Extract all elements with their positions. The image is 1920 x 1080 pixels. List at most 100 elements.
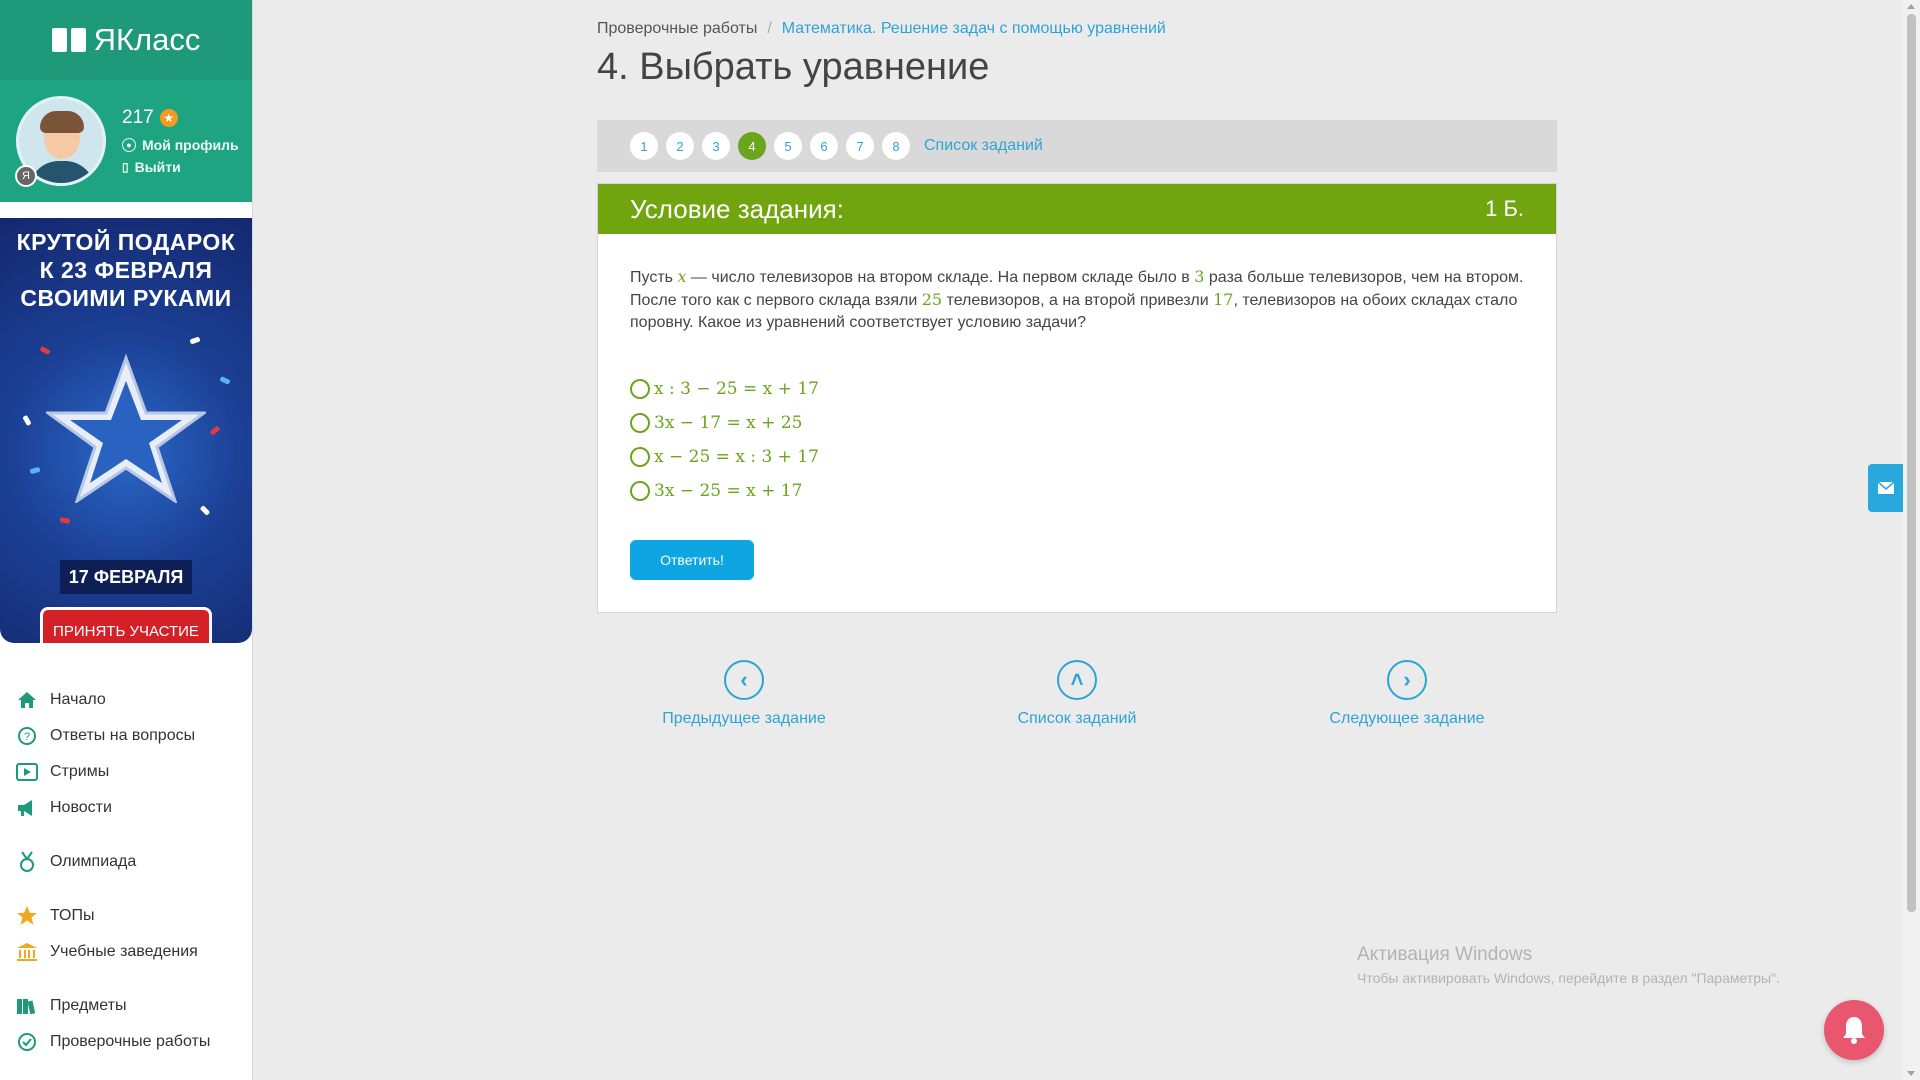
pager-page-2[interactable]: 2 — [666, 132, 694, 160]
sidebar-nav: Начало ? Ответы на вопросы Стримы Новост… — [0, 682, 252, 1060]
feedback-mail-button[interactable] — [1868, 464, 1904, 512]
answer-option-label: x : 3 − 25 = x + 17 — [654, 379, 819, 399]
sidebar-item-tests[interactable]: Проверочные работы — [0, 1024, 252, 1060]
logout-link[interactable]: ▯ Выйти — [122, 159, 239, 175]
banner-date: 17 ФЕВРАЛЯ — [60, 560, 192, 594]
user-icon: ● — [122, 138, 136, 152]
watermark-title: Активация Windows — [1357, 944, 1533, 965]
scroll-down-arrow-icon[interactable] — [1907, 1071, 1915, 1076]
radio-button[interactable] — [630, 413, 650, 433]
radio-button[interactable] — [630, 481, 650, 501]
promo-banner[interactable]: КРУТОЙ ПОДАРОК К 23 ФЕВРАЛЯ СВОИМИ РУКАМ… — [0, 218, 252, 643]
task-text-part: Пусть — [630, 269, 678, 286]
my-profile-link[interactable]: ● Мой профиль — [122, 137, 239, 153]
task-list-link[interactable]: Список заданий — [924, 137, 1043, 155]
banner-title: КРУТОЙ ПОДАРОК К 23 ФЕВРАЛЯ СВОИМИ РУКАМ… — [0, 218, 252, 312]
sidebar-item-label: Предметы — [50, 997, 127, 1014]
chevron-right-icon: › — [1387, 660, 1427, 700]
submit-answer-button[interactable]: Ответить! — [630, 540, 754, 580]
mail-icon — [1877, 481, 1895, 494]
sidebar-item-news[interactable]: Новости — [0, 790, 252, 826]
logo[interactable]: ЯКласс — [0, 0, 252, 80]
sidebar-item-olympiad[interactable]: Олимпиада — [0, 844, 252, 880]
scroll-up-arrow-icon[interactable] — [1907, 4, 1915, 9]
task-pager: 1 2 3 4 5 6 7 8 Список заданий — [597, 120, 1557, 172]
pager-page-1[interactable]: 1 — [630, 132, 658, 160]
banner-line-3: СВОИМИ РУКАМИ — [20, 285, 232, 311]
pager-page-7[interactable]: 7 — [846, 132, 874, 160]
answer-option-3[interactable]: x − 25 = x : 3 + 17 — [630, 440, 1556, 474]
answer-option-2[interactable]: 3x − 17 = x + 25 — [630, 406, 1556, 440]
pager-page-3[interactable]: 3 — [702, 132, 730, 160]
task-number: 3 — [1194, 267, 1205, 286]
bell-icon — [1843, 1017, 1865, 1044]
pager-page-5[interactable]: 5 — [774, 132, 802, 160]
breadcrumb: Проверочные работы / Математика. Решение… — [597, 20, 1166, 38]
page-scrollbar[interactable] — [1903, 0, 1920, 1080]
answer-option-label: 3x − 25 = x + 17 — [654, 481, 803, 501]
sidebar-item-label: Новости — [50, 799, 112, 816]
pager-page-4-active[interactable]: 4 — [738, 132, 766, 160]
chevron-up-icon: ˄ — [1057, 660, 1097, 700]
star-icon — [46, 353, 206, 503]
school-icon — [16, 941, 38, 963]
profile-panel: 217 ★ ● Мой профиль ▯ Выйти — [0, 80, 252, 202]
score: 217 ★ — [122, 107, 239, 129]
home-icon — [16, 689, 38, 711]
radio-button[interactable] — [630, 447, 650, 467]
task-text-part: — число телевизоров на втором складе. На… — [686, 269, 1195, 286]
task-card: Условие задания: 1 Б. Пусть x — число те… — [597, 183, 1557, 613]
sidebar-item-label: Учебные заведения — [50, 943, 198, 960]
task-number: 25 — [921, 290, 943, 309]
task-points: 1 Б. — [1485, 196, 1524, 221]
task-header: Условие задания: 1 Б. — [598, 184, 1556, 234]
next-task-label: Следующее задание — [1329, 710, 1485, 727]
play-icon — [16, 761, 38, 783]
answer-option-4[interactable]: 3x − 25 = x + 17 — [630, 474, 1556, 508]
medal-icon — [16, 851, 38, 873]
sidebar-item-tops[interactable]: ТОПы — [0, 898, 252, 934]
radio-button[interactable] — [630, 379, 650, 399]
score-value: 217 — [122, 107, 154, 128]
answer-option-label: 3x − 17 = x + 25 — [654, 413, 803, 433]
pager-page-8[interactable]: 8 — [882, 132, 910, 160]
sidebar-item-label: Проверочные работы — [50, 1033, 211, 1050]
answer-option-1[interactable]: x : 3 − 25 = x + 17 — [630, 372, 1556, 406]
task-list-bottom-link[interactable]: ˄ Список заданий — [982, 660, 1172, 728]
participate-button[interactable]: ПРИНЯТЬ УЧАСТИЕ — [40, 607, 212, 643]
scrollbar-thumb[interactable] — [1907, 14, 1916, 912]
pager-page-6[interactable]: 6 — [810, 132, 838, 160]
next-task-link[interactable]: › Следующее задание — [1312, 660, 1502, 728]
notifications-button[interactable] — [1824, 1000, 1884, 1060]
windows-activation-watermark: Активация Windows Чтобы активировать Win… — [1357, 944, 1780, 986]
sidebar-item-label: Стримы — [50, 763, 110, 780]
question-icon: ? — [16, 725, 38, 747]
breadcrumb-current[interactable]: Математика. Решение задач с помощью урав… — [782, 20, 1166, 38]
breadcrumb-root[interactable]: Проверочные работы — [597, 20, 757, 38]
sidebar: ЯКласс 217 ★ ● Мой профиль ▯ Выйти Я КРУ… — [0, 0, 253, 1080]
task-header-title: Условие задания: — [630, 193, 844, 224]
chevron-left-icon: ‹ — [724, 660, 764, 700]
sidebar-item-home[interactable]: Начало — [0, 682, 252, 718]
sidebar-item-streams[interactable]: Стримы — [0, 754, 252, 790]
logout-label: Выйти — [134, 159, 181, 175]
logout-icon: ▯ — [122, 160, 129, 174]
sidebar-item-schools[interactable]: Учебные заведения — [0, 934, 252, 970]
logo-text: ЯКласс — [93, 22, 201, 57]
breadcrumb-separator: / — [767, 20, 772, 37]
task-list-label: Список заданий — [1017, 710, 1137, 727]
sidebar-item-label: Ответы на вопросы — [50, 727, 196, 744]
task-number: 17 — [1213, 290, 1234, 309]
banner-line-2: К 23 ФЕВРАЛЯ — [39, 257, 213, 283]
answer-options: x : 3 − 25 = x + 17 3x − 17 = x + 25 x −… — [598, 334, 1556, 508]
check-circle-icon — [16, 1031, 38, 1053]
banner-line-1: КРУТОЙ ПОДАРОК — [16, 229, 236, 255]
svg-text:?: ? — [24, 731, 30, 743]
previous-task-link[interactable]: ‹ Предыдущее задание — [649, 660, 839, 728]
sidebar-item-answers[interactable]: ? Ответы на вопросы — [0, 718, 252, 754]
task-text-part: телевизоров, а на второй привезли — [942, 292, 1214, 309]
sidebar-item-subjects[interactable]: Предметы — [0, 988, 252, 1024]
sidebar-item-label: ТОПы — [50, 907, 95, 924]
avatar-status-icon: Я — [15, 165, 37, 187]
answer-option-label: x − 25 = x : 3 + 17 — [654, 447, 819, 467]
